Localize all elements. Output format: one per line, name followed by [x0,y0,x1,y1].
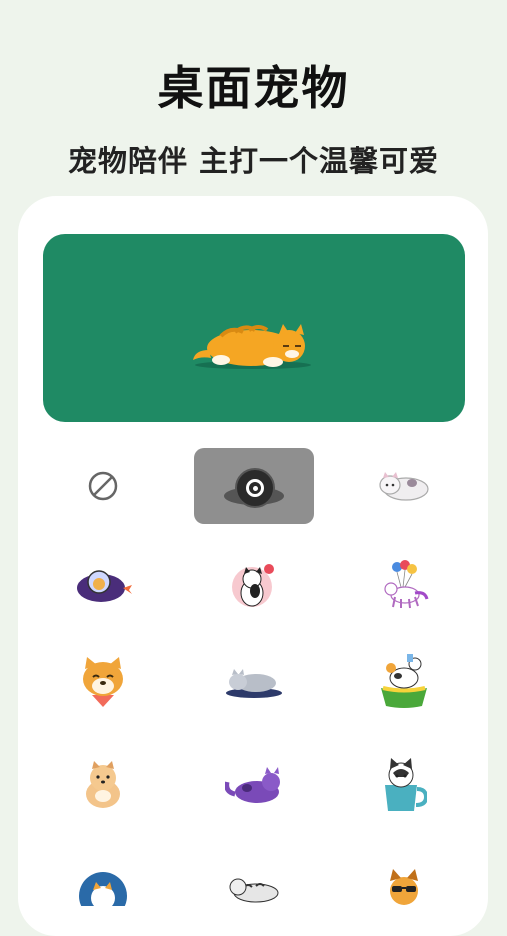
purple-cat-lying-icon [225,767,280,803]
orange-tabby-cat-lying-icon [193,324,311,369]
page-subtitle: 宠物陪伴 主打一个温馨可爱 [67,144,440,178]
dog-with-sunglasses-icon [390,869,418,905]
pet-option[interactable] [344,748,464,824]
pomeranian-dog-icon [86,761,120,808]
pet-option-none[interactable] [43,448,163,524]
grey-cat-sleeping-icon [226,669,282,698]
cat-in-circle-icon [79,872,127,906]
pet-option[interactable] [43,748,163,824]
white-cat-lying-icon [379,472,429,501]
black-white-cat-heart-icon [232,564,274,607]
pet-option[interactable] [344,644,464,720]
pet-option[interactable] [344,548,464,624]
husky-in-cup-icon [385,758,427,811]
astronaut-cat-ufo-icon [77,570,132,602]
pet-option[interactable] [43,548,163,624]
cow-in-bowl-icon [381,654,427,708]
pet-option[interactable] [194,848,314,924]
unicorn-balloons-icon [384,560,429,609]
pet-option[interactable] [43,644,163,720]
play-icon[interactable] [235,468,275,508]
pet-option-selected[interactable] [194,448,314,524]
page-title: 桌面宠物 [157,61,350,115]
pet-preview-panel [43,234,465,422]
pet-selection-card [18,196,488,936]
shiba-inu-face-icon [83,657,123,707]
pet-option[interactable] [344,848,464,924]
tabby-cat-lying-icon [229,878,279,903]
pet-option[interactable] [194,644,314,720]
pet-option[interactable] [43,848,163,924]
pet-option[interactable] [194,548,314,624]
pet-option[interactable] [344,448,464,524]
pet-option[interactable] [194,748,314,824]
none-icon [88,471,118,501]
